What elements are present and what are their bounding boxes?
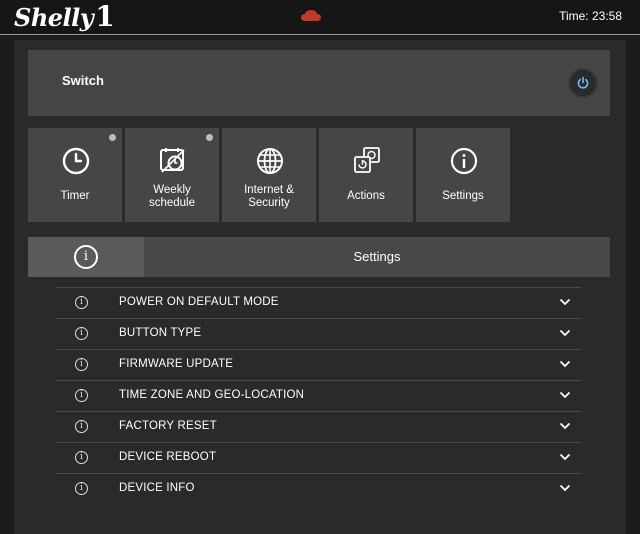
status-dot <box>109 134 116 141</box>
chevron-down-icon[interactable] <box>559 390 571 400</box>
tile-timer[interactable]: Timer <box>28 128 122 222</box>
tile-label: Settings <box>442 190 484 202</box>
tile-label-line2: schedule <box>148 197 196 209</box>
tile-internet-security[interactable]: Internet & Security <box>222 128 316 222</box>
row-label: DEVICE INFO <box>119 482 195 494</box>
tile-label-line1: Weekly <box>153 184 191 196</box>
cloud-icon[interactable] <box>300 8 322 24</box>
feature-tiles: Timer Weekly schedule Internet & Securit… <box>28 128 528 222</box>
settings-tab-bar: i Settings <box>28 237 610 277</box>
settings-row-device-reboot[interactable]: i DEVICE REBOOT <box>56 442 581 473</box>
tile-settings[interactable]: Settings <box>416 128 510 222</box>
actions-icon <box>354 147 380 173</box>
row-label: FIRMWARE UPDATE <box>119 358 234 370</box>
switch-label: Switch <box>62 73 104 88</box>
settings-row-power-on-default-mode[interactable]: i POWER ON DEFAULT MODE <box>56 287 581 318</box>
shelly-logo[interactable]: Shelly1 <box>14 0 115 35</box>
power-button[interactable] <box>570 70 596 96</box>
status-dot <box>206 134 213 141</box>
settings-row-button-type[interactable]: i BUTTON TYPE <box>56 318 581 349</box>
info-icon: i <box>74 245 98 269</box>
time-display: Time: 23:58 <box>559 9 622 23</box>
tile-label: Actions <box>347 190 385 202</box>
globe-icon <box>257 148 283 174</box>
info-icon: i <box>75 482 88 495</box>
tile-label-line2: Security <box>248 197 290 209</box>
info-icon <box>450 147 478 175</box>
chevron-down-icon[interactable] <box>559 421 571 431</box>
tile-label: Timer <box>60 190 90 202</box>
chevron-down-icon[interactable] <box>559 328 571 338</box>
chevron-down-icon[interactable] <box>559 452 571 462</box>
settings-row-time-zone-geo-location[interactable]: i TIME ZONE AND GEO-LOCATION <box>56 380 581 411</box>
tab-info[interactable]: i <box>28 237 144 277</box>
row-label: POWER ON DEFAULT MODE <box>119 296 279 308</box>
info-icon: i <box>75 420 88 433</box>
tile-label: Weekly schedule <box>125 184 219 210</box>
chevron-down-icon[interactable] <box>559 483 571 493</box>
row-label: TIME ZONE AND GEO-LOCATION <box>119 389 305 401</box>
chevron-down-icon[interactable] <box>559 297 571 307</box>
row-label: BUTTON TYPE <box>119 327 202 339</box>
info-icon: i <box>75 327 88 340</box>
settings-title: Settings <box>353 249 401 264</box>
top-bar: Shelly1 Time: 23:58 <box>0 0 640 35</box>
tile-label: Internet & Security <box>222 184 316 210</box>
schedule-icon <box>160 148 185 173</box>
power-icon <box>577 76 589 89</box>
info-icon: i <box>75 296 88 309</box>
tile-label-line1: Internet & <box>244 184 294 196</box>
info-icon: i <box>75 451 88 464</box>
settings-list: i POWER ON DEFAULT MODE i BUTTON TYPE i … <box>56 287 581 504</box>
tile-weekly-schedule[interactable]: Weekly schedule <box>125 128 219 222</box>
main-panel: Switch Timer Weekly schedule Internet & … <box>14 40 626 534</box>
settings-row-factory-reset[interactable]: i FACTORY RESET <box>56 411 581 442</box>
row-label: FACTORY RESET <box>119 420 217 432</box>
clock-icon <box>62 147 90 175</box>
row-label: DEVICE REBOOT <box>119 451 217 463</box>
info-icon: i <box>75 389 88 402</box>
switch-card: Switch <box>28 50 610 116</box>
info-icon: i <box>75 358 88 371</box>
settings-row-firmware-update[interactable]: i FIRMWARE UPDATE <box>56 349 581 380</box>
settings-row-device-info[interactable]: i DEVICE INFO <box>56 473 581 504</box>
chevron-down-icon[interactable] <box>559 359 571 369</box>
tile-actions[interactable]: Actions <box>319 128 413 222</box>
